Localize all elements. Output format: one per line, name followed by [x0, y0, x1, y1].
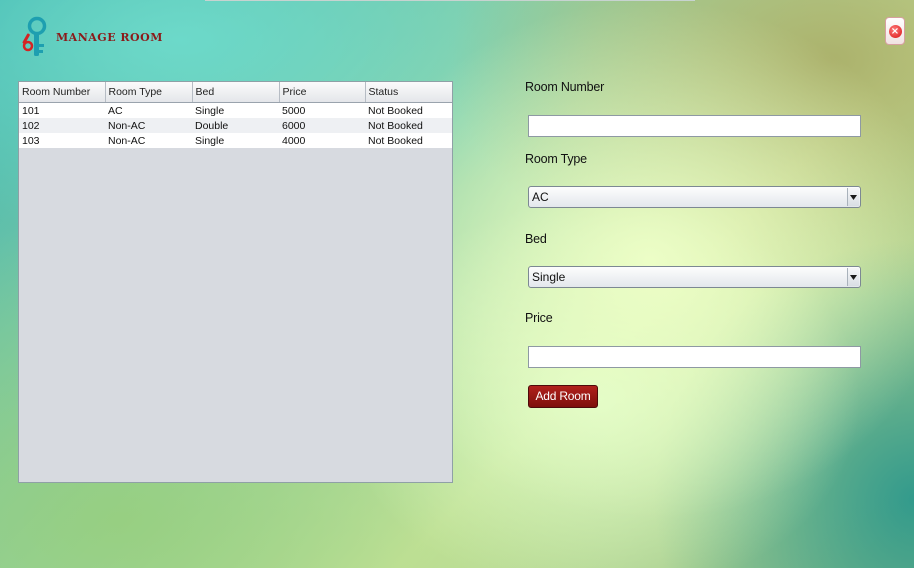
cell-room-type: AC [105, 102, 192, 118]
cell-room-number: 103 [19, 133, 105, 148]
chevron-down-icon[interactable] [847, 268, 859, 286]
cell-price: 5000 [279, 102, 365, 118]
table-row[interactable]: 102 Non-AC Double 6000 Not Booked [19, 118, 452, 133]
cell-status: Not Booked [365, 133, 452, 148]
room-number-input[interactable] [528, 115, 861, 137]
close-icon: × [888, 24, 902, 38]
room-type-select[interactable]: AC [528, 186, 861, 208]
cell-bed: Single [192, 133, 279, 148]
cell-price: 4000 [279, 133, 365, 148]
cell-bed: Single [192, 102, 279, 118]
bed-selected-value: Single [532, 270, 566, 284]
cell-room-type: Non-AC [105, 118, 192, 133]
window-top-edge [205, 0, 695, 1]
room-type-label: Room Type [525, 152, 587, 166]
add-room-button[interactable]: Add Room [528, 385, 598, 408]
room-number-label: Room Number [525, 80, 605, 94]
bed-label: Bed [525, 232, 547, 246]
column-header-bed[interactable]: Bed [192, 82, 280, 103]
table-row[interactable]: 103 Non-AC Single 4000 Not Booked [19, 133, 452, 148]
room-type-selected-value: AC [532, 190, 549, 204]
cell-room-number: 102 [19, 118, 105, 133]
table-row[interactable]: 101 AC Single 5000 Not Booked [19, 102, 452, 118]
rooms-table[interactable]: Room Number Room Type Bed Price Status 1… [18, 81, 453, 483]
close-button[interactable]: × [885, 17, 905, 45]
column-header-price[interactable]: Price [279, 82, 366, 103]
column-header-status[interactable]: Status [365, 82, 452, 103]
table-header-row: Room Number Room Type Bed Price Status [19, 82, 452, 103]
cell-status: Not Booked [365, 118, 452, 133]
keys-icon [20, 15, 50, 61]
bed-select[interactable]: Single [528, 266, 861, 288]
price-label: Price [525, 311, 553, 325]
column-header-room-number[interactable]: Room Number [19, 82, 106, 103]
cell-room-type: Non-AC [105, 133, 192, 148]
cell-price: 6000 [279, 118, 365, 133]
cell-status: Not Booked [365, 102, 452, 118]
chevron-down-icon[interactable] [847, 188, 859, 206]
column-header-room-type[interactable]: Room Type [105, 82, 193, 103]
page-title: MANAGE ROOM [56, 31, 163, 44]
cell-room-number: 101 [19, 102, 105, 118]
cell-bed: Double [192, 118, 279, 133]
price-input[interactable] [528, 346, 861, 368]
